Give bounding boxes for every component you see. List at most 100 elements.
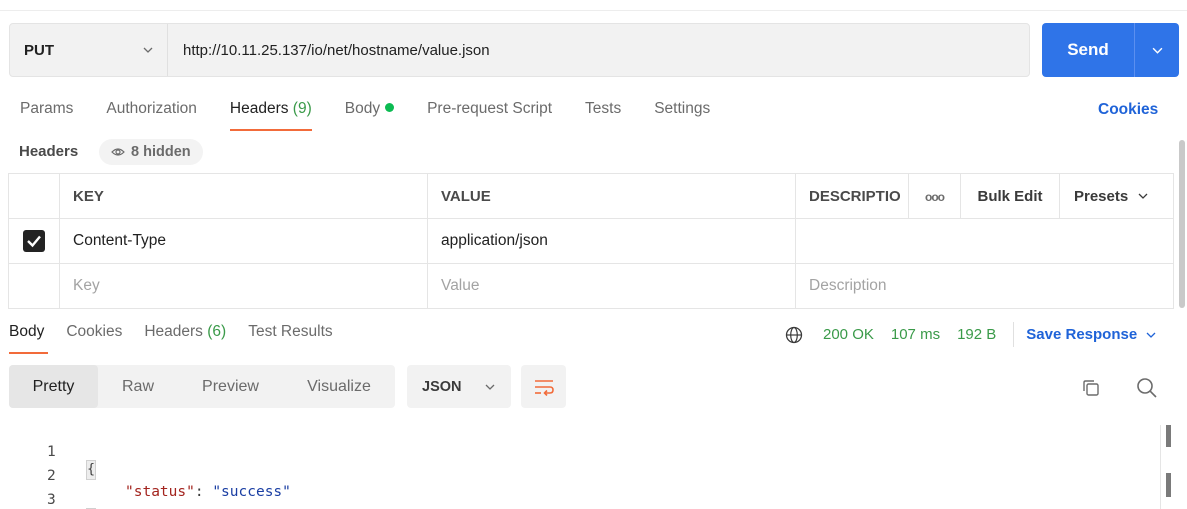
bulk-edit-button[interactable]: Bulk Edit <box>960 173 1060 219</box>
send-button[interactable]: Send <box>1042 23 1179 77</box>
table-row: Content-Type application/json <box>8 218 1174 264</box>
request-scrollbar[interactable] <box>1179 140 1185 308</box>
tab-label: Cookies <box>66 323 123 340</box>
view-preview[interactable]: Preview <box>178 365 283 408</box>
wrap-lines-icon <box>534 379 554 396</box>
headers-section-title: Headers <box>19 143 79 160</box>
line-number: 3 <box>47 492 56 508</box>
header-value-cell[interactable]: application/json <box>427 218 796 264</box>
tab-label: Body <box>344 100 381 117</box>
response-size[interactable]: 192 B <box>957 326 996 343</box>
tab-label: Settings <box>654 100 711 117</box>
chevron-down-icon <box>1138 193 1148 199</box>
fold-brace-open[interactable]: { <box>86 460 96 480</box>
header-description-cell[interactable] <box>795 218 1174 264</box>
top-divider <box>0 10 1187 11</box>
new-value-input[interactable]: Value <box>427 263 796 309</box>
checkbox-column-header <box>8 173 60 219</box>
tab-label: Tests <box>585 100 622 117</box>
send-options-button[interactable] <box>1135 23 1179 77</box>
description-column-header: DESCRIPTIO <box>795 173 909 219</box>
view-mode-selector: Pretty Raw Preview Visualize <box>9 365 395 408</box>
value-column-header: VALUE <box>427 173 796 219</box>
code-scroll-marker[interactable] <box>1166 425 1171 447</box>
tab-body[interactable]: Body <box>344 100 395 122</box>
json-colon: : <box>194 484 213 500</box>
method-select[interactable]: PUT <box>10 24 168 76</box>
hidden-headers-toggle[interactable]: 8 hidden <box>99 139 203 165</box>
active-dot-icon <box>385 103 395 112</box>
save-response-label: Save Response <box>1026 326 1138 343</box>
eye-icon <box>111 148 125 156</box>
table-header-row: KEY VALUE DESCRIPTIO ooo Bulk Edit Prese… <box>8 173 1174 219</box>
header-key-cell[interactable]: Content-Type <box>59 218 428 264</box>
chevron-down-icon <box>485 384 495 390</box>
tab-label: Headers <box>229 100 289 117</box>
request-bar: PUT http://10.11.25.137/io/net/hostname/… <box>9 23 1030 77</box>
response-time[interactable]: 107 ms <box>891 326 940 343</box>
cookies-link[interactable]: Cookies <box>1098 101 1158 119</box>
chevron-down-icon <box>1146 332 1156 338</box>
response-tabs: Body Cookies Headers (6) Test Results <box>9 323 355 354</box>
tab-count: (6) <box>207 323 227 340</box>
tab-pre-request-script[interactable]: Pre-request Script <box>427 100 552 122</box>
checkbox-checked-icon[interactable] <box>23 230 45 252</box>
json-value: "success" <box>212 484 291 500</box>
save-response-button[interactable]: Save Response <box>1026 326 1156 343</box>
tab-label: Test Results <box>248 323 333 340</box>
view-visualize[interactable]: Visualize <box>283 365 395 408</box>
row-checkbox-cell[interactable] <box>8 218 60 264</box>
url-input[interactable]: http://10.11.25.137/io/net/hostname/valu… <box>168 42 490 59</box>
chevron-down-icon <box>143 47 153 53</box>
tab-response-cookies[interactable]: Cookies <box>66 323 122 341</box>
hidden-count: 8 hidden <box>131 144 191 160</box>
line-number: 2 <box>47 468 56 484</box>
table-row-placeholder: Key Value Description <box>8 263 1174 309</box>
request-tabs: Params Authorization Headers (9) Body Pr… <box>20 100 743 131</box>
new-key-input[interactable]: Key <box>59 263 428 309</box>
tab-label: Body <box>9 323 45 340</box>
tab-params[interactable]: Params <box>20 100 73 122</box>
headers-table: KEY VALUE DESCRIPTIO ooo Bulk Edit Prese… <box>8 173 1174 309</box>
tab-label: Pre-request Script <box>427 100 553 117</box>
check-icon <box>27 235 41 248</box>
send-label: Send <box>1067 40 1109 59</box>
empty-checkbox-cell <box>8 263 60 309</box>
globe-icon[interactable] <box>785 326 803 344</box>
code-line: 3 } <box>0 476 96 509</box>
line-number: 1 <box>47 444 56 460</box>
more-dots-icon: ooo <box>925 189 945 204</box>
tab-label: Params <box>20 100 74 117</box>
copy-icon[interactable] <box>1081 378 1101 398</box>
format-dropdown[interactable]: JSON <box>407 365 511 408</box>
tab-test-results[interactable]: Test Results <box>248 323 332 341</box>
wrap-lines-button[interactable] <box>521 365 566 408</box>
search-icon[interactable] <box>1135 376 1159 400</box>
key-column-header: KEY <box>59 173 428 219</box>
tab-tests[interactable]: Tests <box>585 100 621 122</box>
tab-label: Headers <box>144 323 203 340</box>
tab-response-body[interactable]: Body <box>9 323 49 354</box>
code-scroll-marker[interactable] <box>1166 473 1171 497</box>
method-label: PUT <box>24 41 54 59</box>
code-scrollbar-track <box>1160 425 1161 509</box>
status-code[interactable]: 200 OK <box>823 326 874 343</box>
tab-headers[interactable]: Headers (9) <box>229 100 312 131</box>
response-meta: 200 OK 107 ms 192 B Save Response <box>785 322 1156 347</box>
tab-settings[interactable]: Settings <box>654 100 710 122</box>
presets-dropdown[interactable]: Presets <box>1059 173 1174 219</box>
json-pair: "status": "success" <box>125 484 291 500</box>
code-line: 2 "status": "success" <box>0 452 291 500</box>
format-label: JSON <box>422 378 462 395</box>
tab-response-headers[interactable]: Headers (6) <box>144 323 226 341</box>
new-description-input[interactable]: Description <box>795 263 1174 309</box>
code-line: 1 { <box>0 428 96 480</box>
view-raw[interactable]: Raw <box>98 365 178 408</box>
tab-count: (9) <box>292 100 312 117</box>
more-options-button[interactable]: ooo <box>908 173 961 219</box>
view-pretty[interactable]: Pretty <box>9 365 98 408</box>
tab-label: Authorization <box>106 100 197 117</box>
presets-label: Presets <box>1074 187 1129 205</box>
tab-authorization[interactable]: Authorization <box>106 100 196 122</box>
chevron-down-icon <box>1152 47 1162 54</box>
